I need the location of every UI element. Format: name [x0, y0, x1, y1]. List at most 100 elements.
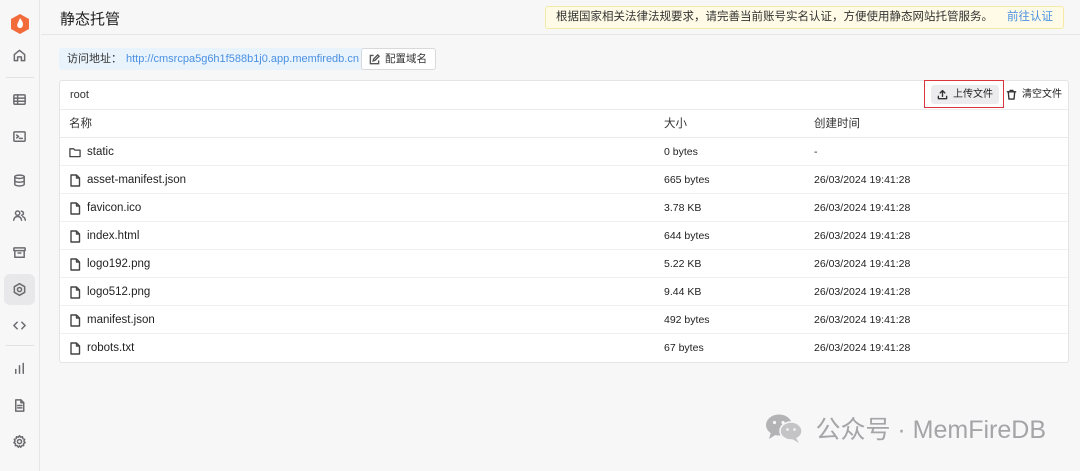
- file-name: asset-manifest.json: [87, 174, 187, 186]
- file-browser-header: root 上传文件 清空文件: [60, 80, 1068, 110]
- page-title: 静态托管: [60, 11, 121, 28]
- configure-domain-label: 配置域名: [385, 53, 427, 65]
- file-name: logo192.png: [87, 258, 151, 270]
- file-size: 5.22 KB: [664, 258, 702, 270]
- file-size: 0 bytes: [664, 146, 698, 158]
- watermark-text: 公众号 · MemFireDB: [815, 416, 1046, 444]
- file-icon: [70, 201, 81, 215]
- file-name: index.html: [87, 230, 140, 242]
- file-created: 26/03/2024 19:41:28: [814, 286, 911, 298]
- file-browser: root 上传文件 清空文件 名称 大小 创建时间 static 0 bytes…: [59, 80, 1069, 363]
- file-created: 26/03/2024 19:41:28: [814, 342, 911, 354]
- table-row[interactable]: manifest.json 492 bytes 26/03/2024 19:41…: [60, 306, 1068, 334]
- file-name-cell: manifest.json: [69, 306, 155, 334]
- settings-icon: [13, 434, 26, 448]
- file-name-cell: asset-manifest.json: [69, 166, 186, 194]
- file-name: favicon.ico: [87, 202, 142, 214]
- table-icon: [13, 94, 26, 105]
- file-name: robots.txt: [87, 342, 135, 354]
- sidebar-item-reports[interactable]: [4, 353, 35, 384]
- folder-icon: [69, 147, 81, 157]
- users-icon: [12, 210, 27, 221]
- sidebar-item-sql[interactable]: [4, 121, 35, 152]
- sidebar-item-settings[interactable]: [4, 426, 35, 457]
- code-icon: [13, 321, 26, 330]
- column-header-size[interactable]: 大小: [664, 110, 687, 138]
- table-row[interactable]: logo512.png 9.44 KB 26/03/2024 19:41:28: [60, 278, 1068, 306]
- edit-icon: [369, 53, 380, 64]
- sidebar-item-users[interactable]: [4, 200, 35, 231]
- verify-link[interactable]: 前往认证: [1007, 11, 1053, 23]
- file-icon: [70, 285, 81, 299]
- file-icon: [70, 229, 81, 243]
- document-icon: [15, 399, 25, 412]
- file-created: 26/03/2024 19:41:28: [814, 258, 911, 270]
- file-created: 26/03/2024 19:41:28: [814, 230, 911, 242]
- table-row[interactable]: static 0 bytes -: [60, 138, 1068, 166]
- access-url-label: 访问地址：: [67, 53, 122, 65]
- upload-file-button[interactable]: 上传文件: [931, 85, 999, 104]
- file-icon: [70, 173, 81, 187]
- file-created: 26/03/2024 19:41:28: [814, 202, 911, 214]
- home-icon: [13, 49, 26, 62]
- memfiredb-logo-icon[interactable]: [9, 13, 31, 35]
- file-name: static: [87, 146, 114, 158]
- file-icon: [70, 313, 81, 327]
- file-name-cell: logo512.png: [69, 278, 150, 306]
- database-icon: [14, 174, 25, 187]
- sidebar-item-table[interactable]: [4, 84, 35, 115]
- table-row[interactable]: robots.txt 67 bytes 26/03/2024 19:41:28: [60, 334, 1068, 362]
- archive-icon: [13, 247, 26, 258]
- file-size: 3.78 KB: [664, 202, 702, 214]
- file-size: 665 bytes: [664, 174, 710, 186]
- file-icon: [70, 257, 81, 271]
- file-size: 492 bytes: [664, 314, 710, 326]
- configure-domain-button[interactable]: 配置域名: [361, 48, 436, 70]
- file-created: 26/03/2024 19:41:28: [814, 174, 911, 186]
- access-url-bar: 访问地址： http://cmsrcpa5g6h1f588b1j0.app.mem…: [59, 48, 367, 70]
- sidebar-divider: [6, 77, 34, 78]
- breadcrumb[interactable]: root: [70, 89, 89, 101]
- wechat-icon: [766, 414, 804, 443]
- table-row[interactable]: favicon.ico 3.78 KB 26/03/2024 19:41:28: [60, 194, 1068, 222]
- file-name-cell: index.html: [69, 222, 139, 250]
- table-row[interactable]: index.html 644 bytes 26/03/2024 19:41:28: [60, 222, 1068, 250]
- sidebar-divider: [6, 345, 34, 346]
- file-size: 67 bytes: [664, 342, 704, 354]
- verification-notice: 根据国家相关法律法规要求，请完善当前账号实名认证，方便使用静态网站托管服务。 前往…: [545, 6, 1064, 29]
- file-size: 9.44 KB: [664, 286, 702, 298]
- sidebar: [0, 0, 40, 471]
- sidebar-item-static-hosting[interactable]: [4, 274, 35, 305]
- upload-file-label: 上传文件: [953, 89, 993, 100]
- sidebar-item-home[interactable]: [4, 40, 35, 71]
- sidebar-item-database[interactable]: [4, 165, 35, 196]
- notice-text: 根据国家相关法律法规要求，请完善当前账号实名认证，方便使用静态网站托管服务。: [556, 11, 993, 23]
- sidebar-item-storage[interactable]: [4, 237, 35, 268]
- column-header-created[interactable]: 创建时间: [814, 110, 860, 138]
- file-name-cell: static: [69, 138, 114, 166]
- access-url-link[interactable]: http://cmsrcpa5g6h1f588b1j0.app.memfired…: [126, 53, 359, 65]
- file-name: logo512.png: [87, 286, 151, 298]
- table-row[interactable]: logo192.png 5.22 KB 26/03/2024 19:41:28: [60, 250, 1068, 278]
- terminal-icon: [13, 131, 26, 142]
- hosting-icon: [13, 282, 26, 297]
- file-created: 26/03/2024 19:41:28: [814, 314, 911, 326]
- trash-icon: [1006, 89, 1017, 100]
- file-name: manifest.json: [87, 314, 155, 326]
- sidebar-item-functions[interactable]: [4, 310, 35, 341]
- file-name-cell: logo192.png: [69, 250, 150, 278]
- file-size: 644 bytes: [664, 230, 710, 242]
- clear-files-label: 清空文件: [1022, 89, 1062, 100]
- file-name-cell: robots.txt: [69, 334, 134, 362]
- sidebar-item-docs[interactable]: [4, 390, 35, 421]
- watermark: 公众号 · MemFireDB: [763, 410, 1046, 446]
- top-bar: 静态托管 根据国家相关法律法规要求，请完善当前账号实名认证，方便使用静态网站托管…: [41, 0, 1080, 35]
- clear-files-button[interactable]: 清空文件: [1006, 85, 1062, 104]
- table-header: 名称 大小 创建时间: [60, 110, 1068, 138]
- table-row[interactable]: asset-manifest.json 665 bytes 26/03/2024…: [60, 166, 1068, 194]
- file-name-cell: favicon.ico: [69, 194, 141, 222]
- column-header-name[interactable]: 名称: [69, 110, 92, 138]
- chart-icon: [15, 362, 24, 374]
- upload-icon: [937, 89, 948, 100]
- file-created: -: [814, 146, 818, 158]
